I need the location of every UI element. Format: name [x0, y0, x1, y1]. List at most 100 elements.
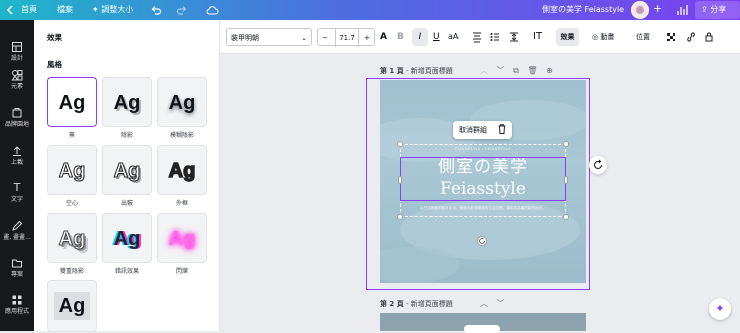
sidenav-item-design[interactable]: 設計 — [0, 41, 34, 62]
sidenav-item-apps[interactable]: 應用程式 — [0, 294, 34, 315]
font-size-stepper[interactable]: − 71.7 + — [317, 28, 375, 47]
document-title[interactable]: 側室の美学 Feiasstyle — [542, 4, 624, 16]
style-double-shadow-tile[interactable]: Ag — [47, 213, 97, 263]
sidenav-item-upload[interactable]: 上載 — [0, 145, 34, 166]
sidenav-item-text[interactable]: T 文字 — [0, 182, 34, 204]
resize-handle-right[interactable] — [564, 176, 568, 184]
delete-icon[interactable] — [497, 123, 507, 137]
style-label: 陰影 — [120, 132, 133, 139]
avatar[interactable] — [631, 1, 649, 19]
delete-page-icon[interactable]: 🗑 — [527, 66, 537, 75]
vertical-text-icon[interactable]: IT — [533, 28, 542, 46]
refresh-floating-button[interactable] — [589, 156, 607, 174]
file-menu-button[interactable]: 檔案 — [57, 4, 73, 16]
page-down-icon[interactable]: ﹀ — [497, 66, 505, 75]
text-selection-box[interactable] — [400, 157, 566, 201]
share-label: 分享 — [710, 5, 727, 14]
letter-case-button[interactable]: aA — [448, 28, 458, 46]
spacing-icon[interactable] — [509, 28, 519, 46]
font-family-select[interactable]: 裝甲明朝 ⌄ — [226, 28, 312, 46]
style-neon-tile[interactable]: Ag — [157, 213, 207, 263]
resize-handle-tl[interactable] — [397, 141, 403, 147]
insights-chart-icon[interactable] — [676, 4, 688, 16]
effects-button[interactable]: 效果 — [556, 28, 579, 46]
style-hollow-tile[interactable]: Ag — [47, 145, 97, 195]
resize-handle-bl[interactable] — [397, 214, 403, 220]
home-button[interactable]: 首頁 — [21, 4, 37, 16]
bold-button[interactable]: B — [397, 28, 404, 46]
style-sample: Ag — [53, 292, 91, 320]
effects-panel: 效果 風格 Ag 無 Ag 陰影 Ag 模糊陰影 Ag 空心 Ag 出竅 Ag … — [34, 20, 220, 332]
page-1-controls: ︿ ﹀ ⧉ 🗑 ⊕ — [480, 65, 553, 76]
style-lift-tile[interactable]: Ag — [102, 145, 152, 195]
add-page-icon[interactable]: ⊕ — [546, 66, 553, 75]
text-toolbar: 裝甲明朝 ⌄ − 71.7 + A B I U aA IT 效果 ◎ 動畫 位置 — [220, 20, 740, 54]
style-label: 出竅 — [120, 200, 133, 207]
style-sample: Ag — [58, 160, 86, 183]
style-label: 外框 — [175, 200, 188, 207]
text-color-icon[interactable]: A — [380, 28, 387, 46]
style-label: 模糊陰影 — [169, 132, 194, 139]
font-family-value: 裝甲明朝 — [231, 34, 259, 42]
style-none-tile[interactable]: Ag — [47, 77, 97, 127]
font-size-input[interactable]: 71.7 — [335, 29, 359, 47]
position-button[interactable]: 位置 — [636, 28, 650, 46]
style-label: 錯訊效果 — [114, 268, 139, 275]
sidenav-label: 上載 — [10, 159, 23, 166]
resize-label: 調整大小 — [101, 5, 134, 14]
underline-button[interactable]: U — [433, 28, 440, 46]
resize-handle-br[interactable] — [563, 214, 569, 220]
sidenav-item-projects[interactable]: 專案 — [0, 257, 34, 278]
sidenav-label: 專案 — [10, 271, 23, 278]
share-button[interactable]: ⇪ 分享 — [695, 1, 740, 19]
animate-button[interactable]: ◎ 動畫 — [592, 28, 614, 46]
page-1-title-input[interactable]: - 新增頁面標題 — [404, 67, 453, 75]
resize-button[interactable]: ✦ 調整大小 — [92, 4, 133, 16]
lock-icon[interactable] — [704, 28, 714, 46]
sidenav-item-draw[interactable]: 畫, 畫畫... — [0, 220, 34, 241]
rotate-handle-icon[interactable] — [477, 236, 487, 246]
style-glitch-tile[interactable]: Ag — [102, 213, 152, 263]
italic-button[interactable]: I — [412, 28, 428, 46]
style-blur-shadow-tile[interactable]: Ag — [157, 77, 207, 127]
panel-title: 效果 — [47, 33, 62, 42]
ungroup-button[interactable]: 取消群組 — [459, 125, 487, 135]
font-size-decrease-button[interactable]: − — [322, 29, 328, 47]
link-icon[interactable] — [686, 28, 696, 46]
text-align-icon[interactable] — [472, 28, 482, 46]
redo-icon[interactable] — [176, 4, 188, 16]
page-down-icon[interactable]: ﹀ — [497, 299, 505, 308]
page-2-title-input[interactable]: - 新增頁面標題 — [404, 300, 453, 308]
animate-icon: ◎ — [592, 33, 599, 41]
sidenav-label: 應用程式 — [4, 308, 29, 315]
undo-icon[interactable] — [150, 4, 162, 16]
brand-icon — [11, 107, 23, 119]
design-page-2[interactable] — [380, 313, 586, 333]
style-sample: Ag — [113, 228, 141, 250]
page-up-icon[interactable]: ︿ — [480, 66, 488, 75]
style-sample: Ag — [113, 92, 141, 114]
add-collaborator-icon[interactable]: + — [653, 3, 662, 15]
magic-assistant-button[interactable]: ✦ — [709, 298, 731, 320]
cloud-sync-icon[interactable] — [205, 4, 219, 16]
projects-icon — [11, 257, 23, 269]
back-chevron-icon[interactable] — [6, 4, 14, 16]
style-outline-tile[interactable]: Ag — [157, 145, 207, 195]
transparency-icon[interactable] — [666, 28, 676, 46]
font-size-increase-button[interactable]: + — [364, 29, 370, 47]
page-1-header: 第 1 頁 - 新增頁面標題 — [380, 66, 453, 76]
style-background-tile[interactable]: Ag — [47, 280, 97, 332]
duplicate-page-icon[interactable]: ⧉ — [513, 66, 519, 75]
list-icon[interactable] — [490, 28, 500, 46]
resize-handle-tr[interactable] — [563, 141, 569, 147]
animate-label: 動畫 — [600, 33, 615, 41]
resize-handle-left[interactable] — [398, 176, 402, 184]
page-2-header: 第 2 頁 - 新增頁面標題 — [380, 299, 453, 309]
sidenav-item-brand[interactable]: 品牌園地 — [0, 107, 34, 128]
elements-icon — [11, 69, 23, 81]
style-sample: Ag — [168, 159, 196, 183]
page-up-icon[interactable]: ︿ — [480, 299, 488, 308]
chevron-down-icon: ⌄ — [301, 34, 307, 42]
sidenav-item-elements[interactable]: 元素 — [0, 69, 34, 90]
style-shadow-tile[interactable]: Ag — [102, 77, 152, 127]
